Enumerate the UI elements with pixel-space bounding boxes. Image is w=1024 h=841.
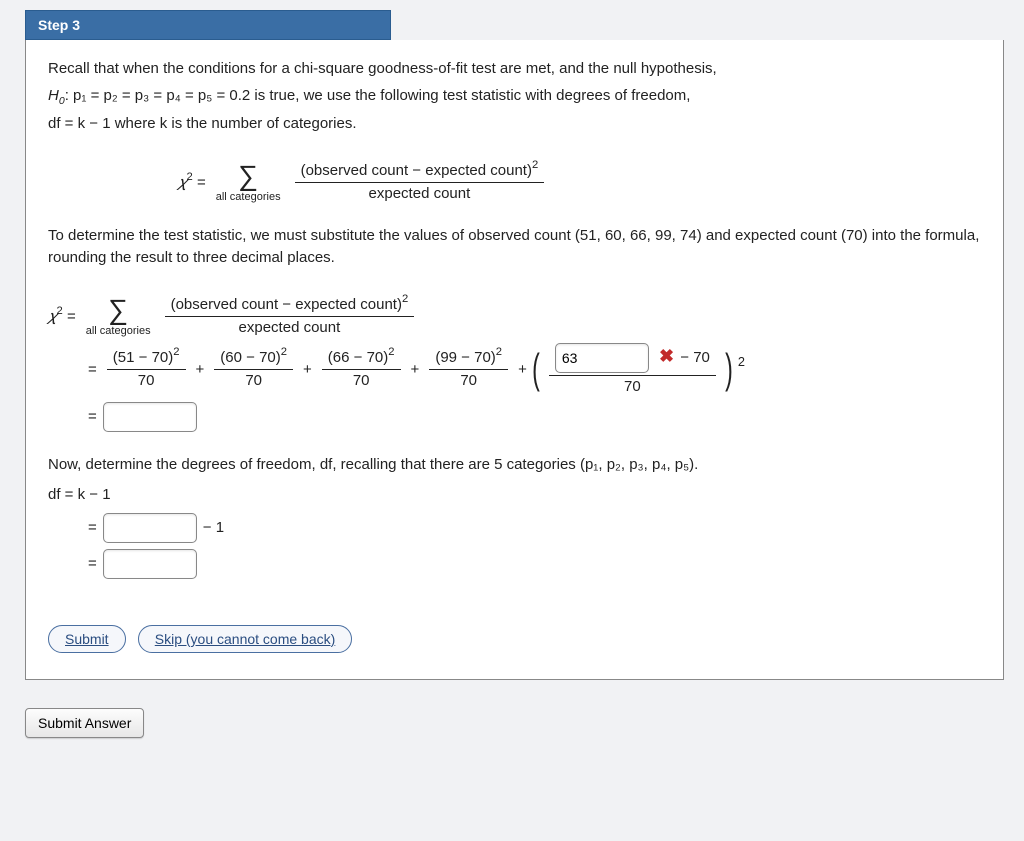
frac-term-3: (66 − 70)2 70 — [322, 349, 401, 390]
frac-term-4: (99 − 70)2 70 — [429, 349, 508, 390]
mid-text: To determine the test statistic, we must… — [48, 225, 981, 270]
step-panel: Recall that when the conditions for a ch… — [25, 40, 1004, 680]
wrong-icon: ✖ — [659, 346, 674, 366]
step-buttons: Submit Skip (you cannot come back) — [48, 625, 981, 653]
chi-square-result-input[interactable] — [103, 402, 197, 432]
df-result-row: = — [88, 549, 981, 579]
frac-term-5: ✖ − 70 70 — [549, 343, 716, 396]
step-label: Step 3 — [38, 17, 80, 33]
intro-line-1: Recall that when the conditions for a ch… — [48, 58, 981, 81]
h0-symbol: H0 — [48, 87, 65, 104]
chi-square-result-row: = — [88, 402, 981, 432]
df-eq-1: df = k − 1 — [48, 484, 981, 507]
observed-count-5-input[interactable] — [555, 343, 649, 373]
intro-line-2: H0: p₁ = p₂ = p₃ = p₄ = p₅ = 0.2 is true… — [48, 85, 981, 110]
df-k-input-row: = − 1 — [88, 513, 981, 543]
sigma-icon: ∑ all categories — [216, 162, 281, 203]
sigma-icon: ∑ all categories — [86, 296, 151, 337]
formula-fraction: (observed count − expected count)2 expec… — [295, 162, 545, 203]
frac-term-2: (60 − 70)2 70 — [214, 349, 293, 390]
skip-button[interactable]: Skip (you cannot come back) — [138, 625, 353, 653]
chi-square-substitution: = (51 − 70)2 70 + (60 − 70)2 70 + (66 − … — [88, 343, 981, 396]
frac-term-1: (51 − 70)2 70 — [107, 349, 186, 390]
step-header: Step 3 — [25, 10, 391, 40]
chi-square-expanded-def: 𝜒2 = ∑ all categories (observed count − … — [48, 296, 981, 337]
df-k-input[interactable] — [103, 513, 197, 543]
intro-line-3: df = k − 1 where k is the number of cate… — [48, 113, 981, 136]
open-paren-icon: ( — [532, 348, 540, 390]
chi-square-formula-def: 𝜒2 = ∑ all categories (observed count − … — [178, 162, 981, 203]
close-paren-icon: ) — [725, 348, 733, 390]
submit-button[interactable]: Submit — [48, 625, 126, 653]
submit-answer-button[interactable]: Submit Answer — [25, 708, 144, 738]
df-result-input[interactable] — [103, 549, 197, 579]
df-text: Now, determine the degrees of freedom, d… — [48, 454, 981, 477]
